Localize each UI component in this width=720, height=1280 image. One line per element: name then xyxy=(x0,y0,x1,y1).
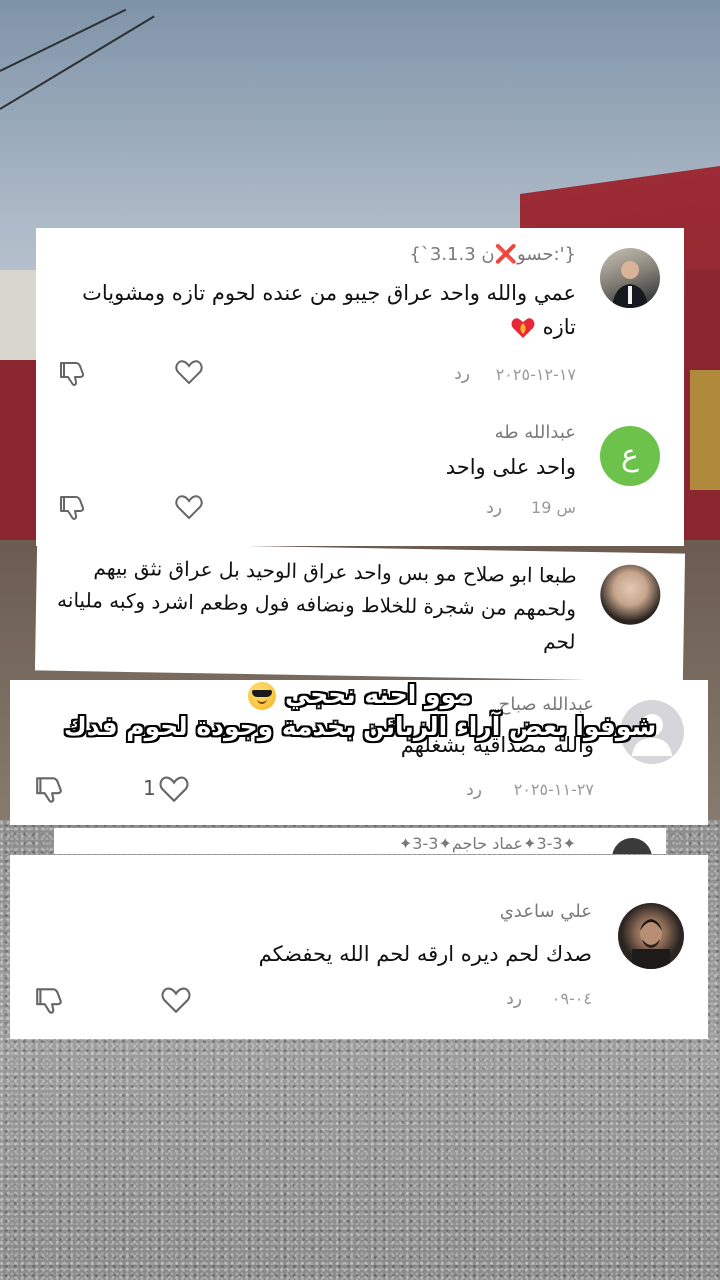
thumbs-down-icon[interactable] xyxy=(58,359,88,389)
reply-button[interactable]: رد xyxy=(454,364,470,384)
avatar[interactable] xyxy=(612,838,652,854)
comment-author[interactable]: عبدالله طه xyxy=(495,422,576,443)
comment-text: طبعا ابو صلاح مو بس واحد عراق الوحيد بل … xyxy=(56,555,577,654)
comment-date: ٠٤-٠٩ xyxy=(551,989,592,1008)
heart-outline-icon[interactable] xyxy=(174,493,204,521)
comment-date: ٢٧-١١-٢٠٢٥ xyxy=(513,780,594,799)
heart-outline-icon[interactable] xyxy=(174,358,204,386)
person-silhouette-icon xyxy=(612,261,648,308)
heart-outline-icon[interactable] xyxy=(158,774,190,804)
comment-author[interactable]: {':حسو❌ن 3.1.3`} xyxy=(409,244,576,265)
like-count: 1 xyxy=(143,776,156,800)
overlay-caption-line1: موو احنه نحجي xyxy=(0,680,720,710)
comment-card: علي ساعدي صدك لحم ديره ارقه لحم الله يحف… xyxy=(10,855,708,1039)
person-photo-icon xyxy=(632,919,670,969)
reply-button[interactable]: رد xyxy=(506,989,522,1009)
reply-button[interactable]: رد xyxy=(466,780,482,800)
avatar-letter: ع xyxy=(621,438,639,473)
comment-card: ع عبدالله طه واحد على واحد 19 س رد xyxy=(36,404,684,546)
thumbs-down-icon[interactable] xyxy=(58,493,88,523)
comment-text: عمي والله واحد عراق جيبو من عنده لحوم تا… xyxy=(82,281,576,339)
shop-sign xyxy=(690,370,720,490)
comment-date: 19 س xyxy=(531,498,576,517)
comment-card: {':حسو❌ن 3.1.3`} عمي والله واحد عراق جيب… xyxy=(36,228,684,404)
overlay-caption-line2: شوفوا بعض آراء الزبائن بخدمة وجودة لحوم … xyxy=(63,712,657,741)
avatar[interactable] xyxy=(600,248,660,308)
avatar[interactable]: ع xyxy=(600,426,660,486)
comment-author[interactable]: ✦3-3✦عماد حاجم✦3-3✦ xyxy=(399,834,576,853)
comment-card: طبعا ابو صلاح مو بس واحد عراق الوحيد بل … xyxy=(34,542,686,682)
comment-card: ✦3-3✦عماد حاجم✦3-3✦ xyxy=(54,828,666,854)
thumbs-down-icon[interactable] xyxy=(34,774,66,806)
heart-on-fire-icon xyxy=(511,318,535,338)
smiling-face-with-sunglasses-icon xyxy=(248,682,277,710)
avatar[interactable] xyxy=(618,903,684,969)
thumbs-down-icon[interactable] xyxy=(34,985,66,1017)
avatar[interactable] xyxy=(599,564,661,626)
reply-button[interactable]: رد xyxy=(486,498,502,518)
comment-date: ١٧-١٢-٢٠٢٥ xyxy=(495,365,576,384)
heart-outline-icon[interactable] xyxy=(160,985,192,1015)
comment-text: واحد على واحد xyxy=(445,455,576,479)
comment-text: صدك لحم ديره ارقه لحم الله يحفضكم xyxy=(258,942,592,966)
comment-author[interactable]: علي ساعدي xyxy=(500,901,592,922)
